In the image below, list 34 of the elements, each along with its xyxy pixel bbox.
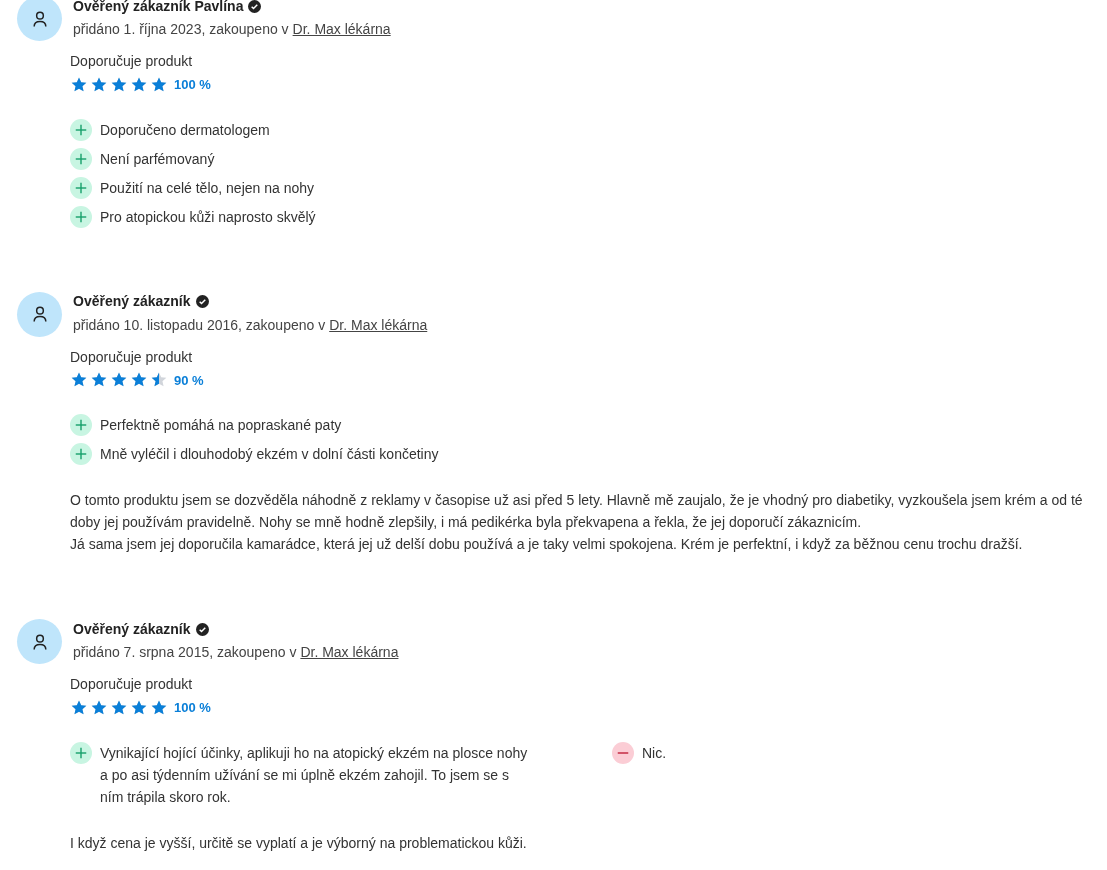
pro-text: Doporučeno dermatologem	[100, 120, 270, 140]
pro-text: Použití na celé tělo, nejen na nohy	[100, 178, 315, 198]
rating-percent: 100 %	[174, 699, 211, 717]
recommend-label: Doporučuje produkt	[70, 52, 194, 71]
plus-icon	[70, 443, 92, 465]
plus-icon	[70, 147, 92, 170]
plus-icon	[70, 414, 92, 436]
rating-percent: 90 %	[174, 371, 204, 390]
review-text: I když cena je vyšší, určitě se vyplatí a je výborný na problematickou kůži.	[70, 833, 528, 853]
plus-icon	[70, 741, 92, 764]
shop-link[interactable]: Dr. Max lékárna	[300, 642, 399, 663]
review-text: O tomto produktu jsem se dozvěděla náhodně z reklamy v časopise už asi před 5 lety. Hlavně mě zaujalo, že je vhodný pro diabetiky, vyzkoušela jsem krém a od té doby jej používám pravidelně. Nohy se mně hodně zlepšily, i má pedikérka byla překvapena a řekla, že jej doporučí zákaznicím.	[70, 491, 1084, 532]
plus-icon	[70, 205, 92, 228]
minus-icon	[612, 741, 634, 764]
recommend-label: Doporučuje produkt	[70, 675, 194, 694]
pro-text: Mně vyléčil i dlouhodobý ekzém v dolní části končetiny	[100, 445, 439, 464]
rating-percent: 100 %	[174, 76, 211, 94]
pro-text: Pro atopickou kůži naprosto skvělý	[100, 207, 316, 227]
review-meta: přidáno 7. srpna 2015, zakoupeno v	[73, 643, 297, 662]
con-text: Nic.	[642, 743, 667, 763]
pro-text: Není parfémovaný	[100, 149, 215, 169]
pro-text: Perfektně pomáhá na popraskané paty	[100, 416, 342, 435]
plus-icon	[70, 118, 92, 141]
author-name: Ověřený zákazník Pavlína	[73, 0, 244, 16]
shop-link[interactable]: Dr. Max lékárna	[292, 19, 391, 40]
review-text: Já sama jsem jej doporučila kamarádce, která jej už delší dobu používá a je taky velmi spokojena. Krém je perfektní, i když za běžnou cenu trochu dražší.	[70, 535, 1024, 554]
pro-text: Vynikající hojící účinky, aplikuji ho na atopický ekzém na plosce nohy a po asi týdenním užívání se mi úplně ekzém zahojil. To jsem se s ním trápila skoro rok.	[100, 743, 529, 807]
review-meta: přidáno 1. října 2023, zakoupeno v	[73, 20, 289, 39]
recommend-label: Doporučuje produkt	[70, 347, 194, 367]
author-name: Ověřený zákazník	[73, 619, 191, 639]
author-name: Ověřený zákazník	[73, 292, 191, 311]
shop-link[interactable]: Dr. Max lékárna	[329, 314, 428, 336]
review-meta: přidáno 10. listopadu 2016, zakoupeno v	[73, 315, 326, 335]
plus-icon	[70, 176, 92, 199]
